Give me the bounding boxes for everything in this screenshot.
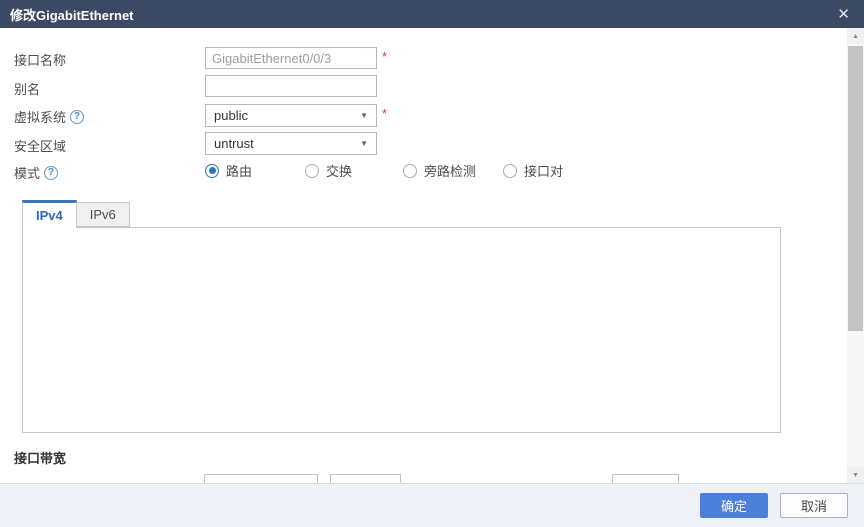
dialog-title: 修改GigabitEthernet <box>10 5 134 24</box>
mode-label: 模式 ? <box>14 163 58 182</box>
alias-field[interactable] <box>205 75 377 97</box>
chevron-down-icon: ▼ <box>360 139 368 148</box>
scroll-down-icon[interactable]: ▼ <box>847 467 864 483</box>
mode-radio-group: 路由 交换 旁路检测 接口对 <box>205 161 563 180</box>
vertical-scrollbar[interactable]: ▲ ▼ <box>847 28 864 483</box>
close-icon[interactable]: ✕ <box>833 5 854 24</box>
ok-button[interactable]: 确定 <box>700 493 768 518</box>
cancel-button[interactable]: 取消 <box>780 493 848 518</box>
tab-ipv6[interactable]: IPv6 <box>77 202 130 227</box>
virtual-system-value: public <box>214 108 248 123</box>
radio-icon <box>403 164 417 178</box>
scroll-up-icon[interactable]: ▲ <box>847 28 864 44</box>
security-zone-value: untrust <box>214 136 254 151</box>
chevron-down-icon: ▼ <box>360 111 368 120</box>
bandwidth-section-title: 接口带宽 <box>14 448 66 467</box>
radio-icon <box>305 164 319 178</box>
ipv4-panel <box>22 227 781 433</box>
virtual-system-label: 虚拟系统 ? <box>14 107 84 126</box>
dialog-titlebar: 修改GigabitEthernet ✕ <box>0 0 864 28</box>
interface-name-label: 接口名称 <box>14 50 66 69</box>
mode-option-switch[interactable]: 交换 <box>305 161 403 180</box>
dialog-footer: 确定 取消 <box>0 483 864 527</box>
virtual-system-select[interactable]: public ▼ <box>205 104 377 127</box>
scrollbar-thumb[interactable] <box>848 46 863 331</box>
alias-label: 别名 <box>14 79 40 98</box>
required-asterisk: * <box>382 49 387 64</box>
mode-option-bypass[interactable]: 旁路检测 <box>403 161 503 180</box>
interface-name-field[interactable] <box>205 47 377 69</box>
security-zone-select[interactable]: untrust ▼ <box>205 132 377 155</box>
tab-ipv4[interactable]: IPv4 <box>22 200 77 228</box>
help-icon[interactable]: ? <box>44 166 58 180</box>
required-asterisk: * <box>382 106 387 121</box>
mode-option-interface-pair[interactable]: 接口对 <box>503 161 563 180</box>
help-icon[interactable]: ? <box>70 110 84 124</box>
radio-checked-icon <box>205 164 219 178</box>
security-zone-label: 安全区域 <box>14 136 66 155</box>
radio-icon <box>503 164 517 178</box>
mode-option-route[interactable]: 路由 <box>205 161 305 180</box>
ip-version-tabs: IPv4 IPv6 <box>22 200 130 228</box>
